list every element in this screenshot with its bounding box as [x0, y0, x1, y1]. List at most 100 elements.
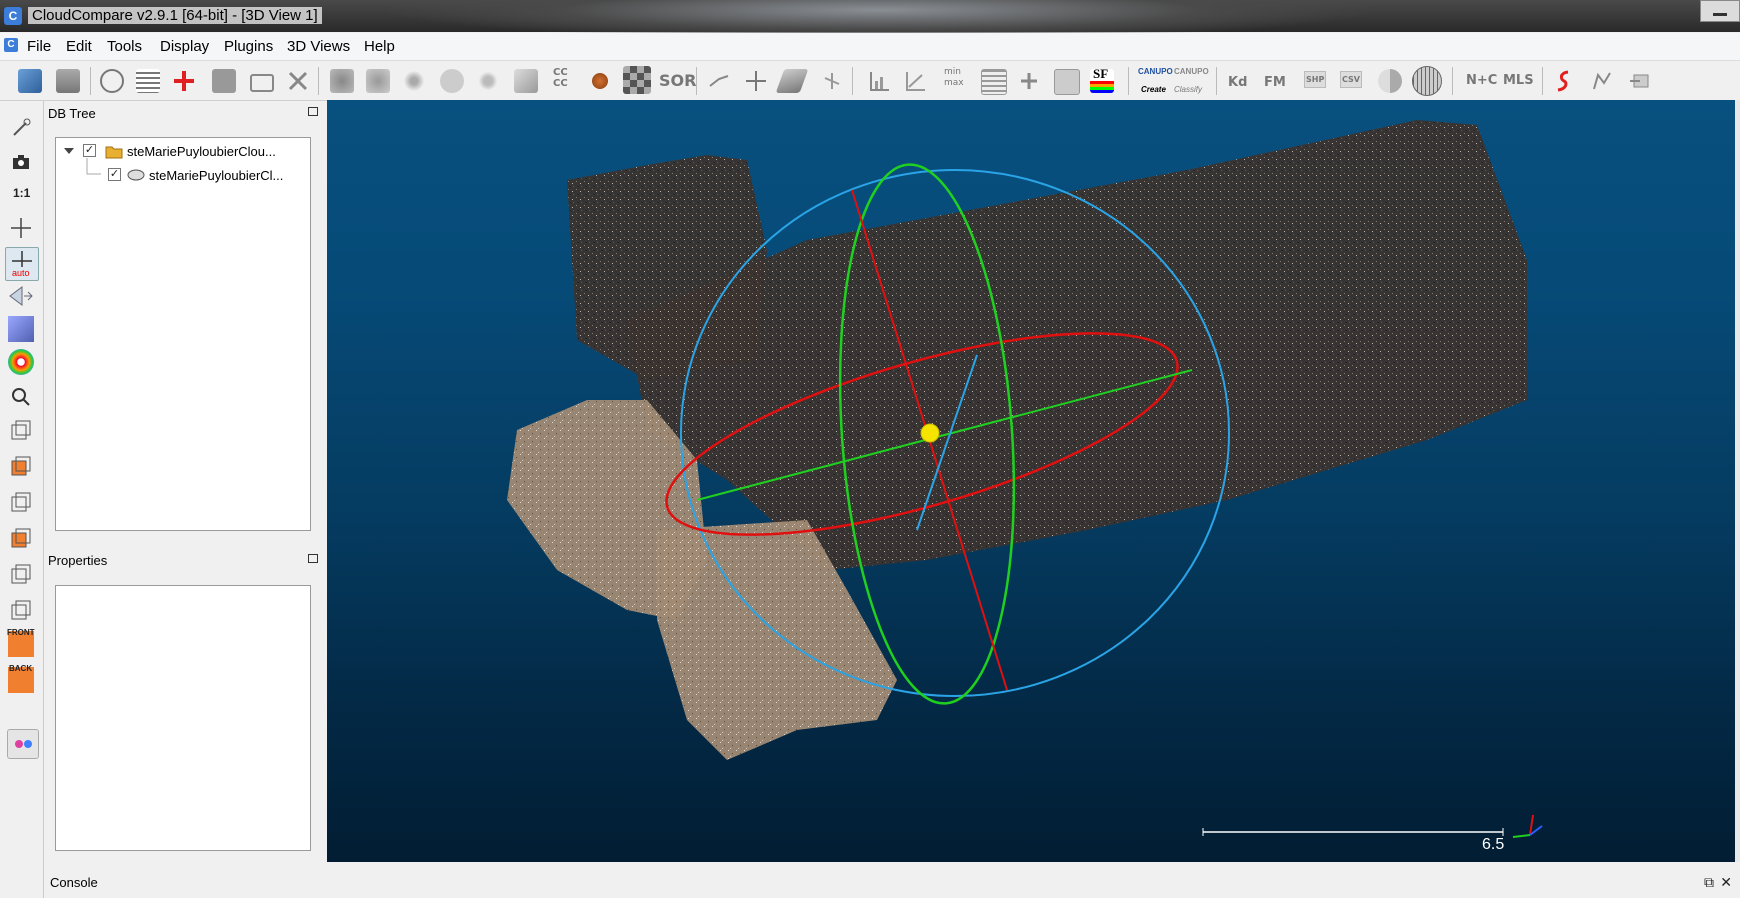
camera-icon[interactable] — [8, 149, 34, 175]
window-title: CloudCompare v2.9.1 [64-bit] - [3D View … — [28, 7, 322, 24]
default-view-cube-icon[interactable] — [8, 316, 34, 342]
top-view-icon[interactable] — [8, 453, 34, 479]
canupo-create-button[interactable]: CANUPO Create — [1138, 67, 1173, 94]
right-view-icon[interactable] — [8, 597, 34, 623]
label-connected-components-label[interactable]: CC CC — [553, 67, 568, 89]
expand-arrow-icon[interactable] — [63, 142, 75, 162]
console-title: Console — [50, 875, 98, 890]
minimize-button[interactable] — [1700, 0, 1740, 22]
translate-rotate-icon[interactable] — [744, 69, 768, 93]
one-to-one-zoom-label[interactable]: 1:1 — [13, 186, 39, 212]
crosshair-icon[interactable] — [8, 215, 34, 241]
sor-filter-label[interactable]: SOR — [659, 71, 696, 90]
sf-colorscale-icon[interactable]: SF — [1090, 66, 1114, 93]
toolbar-separator — [1128, 67, 1129, 95]
kd-tree-label[interactable]: Kd — [1228, 75, 1247, 90]
folder-icon — [105, 146, 123, 159]
canupo-classify-button[interactable]: CANUPO Classify — [1174, 67, 1209, 94]
menu-plugins[interactable]: Plugins — [224, 38, 273, 55]
toolbar-separator — [90, 67, 91, 95]
canupo-classify-label: Classify — [1174, 85, 1203, 94]
front-view-icon[interactable] — [8, 489, 34, 515]
fast-marching-label[interactable]: FM — [1264, 75, 1286, 90]
list-icon[interactable] — [136, 69, 160, 93]
viewing-mode-icon[interactable] — [8, 283, 34, 309]
toolbar-separator — [852, 67, 853, 95]
left-view-icon[interactable] — [8, 525, 34, 551]
profile-extract-icon[interactable] — [1590, 69, 1614, 93]
globe-icon[interactable] — [1412, 66, 1442, 96]
scale-icon[interactable] — [514, 69, 538, 93]
delete-icon[interactable] — [286, 69, 310, 93]
point-pair-icon[interactable] — [707, 69, 731, 93]
float-panel-icon[interactable] — [308, 554, 318, 563]
color-ramp-icon[interactable] — [8, 349, 34, 375]
menu-file[interactable]: File — [27, 38, 51, 55]
clone-icon[interactable] — [250, 74, 274, 92]
properties-title: Properties — [48, 553, 108, 568]
open-folder-icon[interactable] — [18, 69, 42, 93]
pie-icon[interactable] — [1378, 69, 1402, 93]
min-max-label[interactable]: min max — [944, 67, 964, 89]
hand-segment-icon[interactable] — [366, 69, 390, 93]
add-sf-icon[interactable] — [1017, 69, 1041, 93]
menu-help[interactable]: Help — [364, 38, 395, 55]
close-icon[interactable]: ✕ — [1720, 874, 1732, 891]
pivot-point — [920, 423, 940, 443]
csv-export-label[interactable]: CSV — [1340, 71, 1362, 88]
cloudcompare-app-icon[interactable]: C — [4, 7, 22, 25]
iso-view-1-icon[interactable] — [8, 417, 34, 443]
left-view-toolbar: 1:1 auto FRONT BACK — [0, 101, 44, 898]
tree-item-checkbox[interactable]: ✓ — [83, 144, 96, 157]
db-tree-view[interactable]: ✓ steMariePuyloubierClou... ✓ steMariePu… — [55, 137, 311, 531]
settings-gear-icon[interactable] — [100, 69, 124, 93]
toolbar-separator — [696, 67, 697, 95]
db-tree-header: DB Tree — [44, 101, 324, 125]
tree-connector — [86, 158, 101, 175]
mls-label[interactable]: MLS — [1503, 73, 1534, 88]
stereo-mode-button[interactable] — [7, 729, 39, 759]
checkerboard-icon[interactable] — [623, 66, 651, 94]
noise-filter-icon[interactable] — [476, 69, 500, 93]
db-tree-title: DB Tree — [48, 106, 96, 121]
back-iso-button[interactable]: BACK — [8, 664, 34, 693]
gradient-icon[interactable] — [904, 69, 928, 93]
normals-color-label[interactable]: N+C — [1466, 73, 1497, 88]
zoom-icon[interactable] — [8, 384, 34, 410]
toolbar-separator — [1216, 67, 1217, 95]
properties-view[interactable] — [55, 585, 311, 851]
merge-icon[interactable] — [330, 69, 354, 93]
menu-tools[interactable]: Tools — [107, 38, 142, 55]
save-icon[interactable] — [56, 69, 80, 93]
menu-display[interactable]: Display — [160, 38, 209, 55]
point-cloud-render[interactable] — [327, 100, 1735, 862]
front-iso-button[interactable]: FRONT — [7, 628, 35, 657]
3d-view[interactable]: 6.5 — [327, 100, 1735, 862]
document-icon[interactable]: C — [4, 38, 18, 52]
menu-edit[interactable]: Edit — [66, 38, 92, 55]
sample-points-icon[interactable] — [440, 69, 464, 93]
fit-plane-icon[interactable] — [775, 69, 809, 93]
add-point-icon[interactable] — [172, 69, 196, 93]
float-panel-icon[interactable]: ⧉ — [1704, 874, 1714, 891]
align-icon[interactable] — [820, 69, 844, 93]
menu-3d-views[interactable]: 3D Views — [287, 38, 350, 55]
toolbar-separator — [1452, 67, 1453, 95]
shp-export-label[interactable]: SHP — [1304, 71, 1327, 88]
tree-item-checkbox[interactable]: ✓ — [108, 168, 121, 181]
point-cloud-icon — [127, 169, 145, 181]
pick-rotation-center-icon[interactable] — [8, 115, 34, 141]
cloth-filter-icon[interactable] — [592, 73, 608, 89]
histogram-icon[interactable] — [868, 69, 892, 93]
camera-export-icon[interactable] — [212, 69, 236, 93]
calculator-icon[interactable] — [1054, 69, 1080, 95]
orientation-axes-icon — [1512, 814, 1543, 838]
box-align-icon[interactable] — [1628, 69, 1652, 93]
front-label: FRONT — [7, 628, 35, 637]
float-panel-icon[interactable] — [308, 107, 318, 116]
cloud-section-icon[interactable] — [1552, 69, 1576, 93]
table-icon[interactable] — [981, 69, 1007, 95]
back-view-icon[interactable] — [8, 561, 34, 587]
subsample-icon[interactable] — [402, 69, 426, 93]
auto-pivot-button[interactable]: auto — [5, 247, 39, 281]
